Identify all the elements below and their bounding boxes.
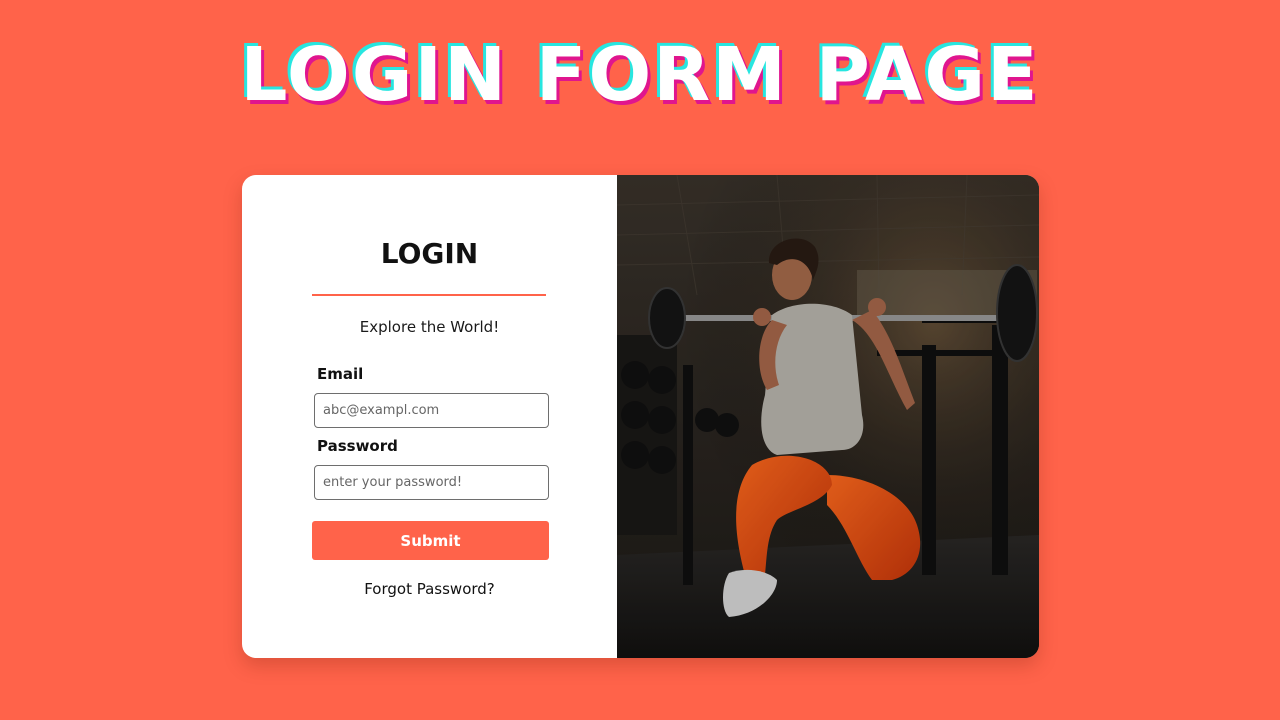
gym-photo [617,175,1039,658]
tagline: Explore the World! [359,318,500,336]
password-label: Password [317,437,398,455]
email-label: Email [317,365,364,383]
email-field[interactable] [314,393,549,428]
login-form: LOGIN Explore the World! Email Password … [242,175,617,658]
forgot-password-link[interactable]: Forgot Password? [242,580,617,598]
login-heading: LOGIN [380,237,479,270]
submit-button[interactable]: Submit [312,521,549,560]
heading-divider [312,294,546,296]
gym-photo-illustration [617,175,1039,658]
password-field[interactable] [314,465,549,500]
page-banner-title: LOGIN FORM PAGE [240,32,1040,118]
login-card: LOGIN Explore the World! Email Password … [242,175,1039,658]
